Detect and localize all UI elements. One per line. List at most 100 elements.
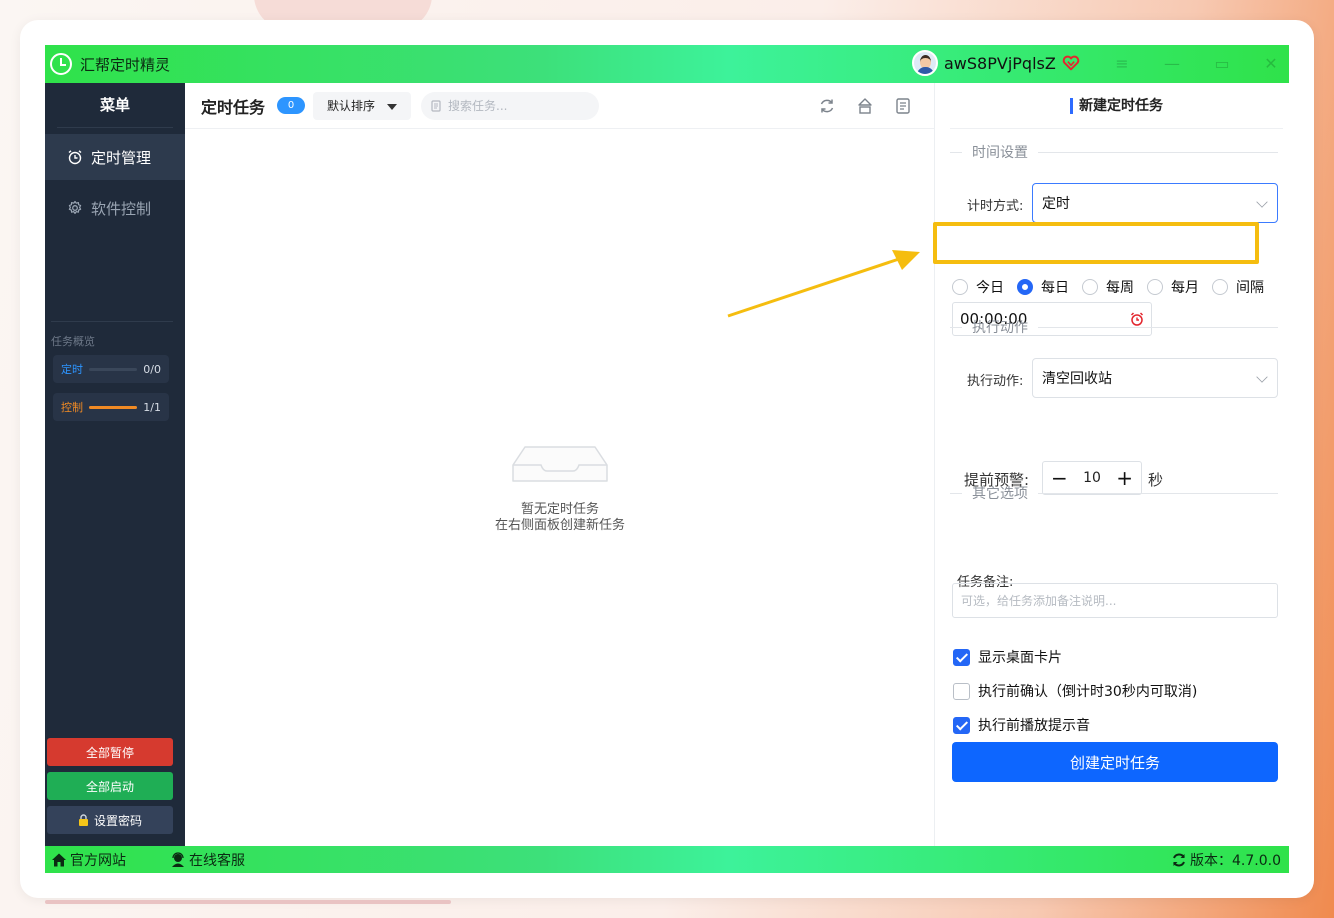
- radio-circle[interactable]: [1147, 279, 1163, 295]
- radio-weekly[interactable]: 每周: [1082, 277, 1134, 297]
- section-title: 其它选项: [972, 486, 1028, 502]
- radio-label: 今日: [976, 280, 1004, 296]
- checkbox[interactable]: [953, 648, 970, 666]
- start-all-button[interactable]: 全部启动: [47, 772, 173, 800]
- action-select[interactable]: 清空回收站: [1032, 358, 1278, 398]
- checkbox[interactable]: [953, 682, 970, 700]
- note-placeholder: 可选，给任务添加备注说明...: [961, 594, 1117, 608]
- avatar[interactable]: [912, 50, 938, 76]
- status-bar: 官方网站 在线客服 版本：4.7.0.0: [45, 846, 1289, 873]
- sidebar-item-label: 定时管理: [91, 148, 152, 167]
- timing-mode-select[interactable]: 定时: [1032, 183, 1278, 223]
- repeat-radio-group: 今日 每日 每周 每月 间隔: [952, 277, 1277, 297]
- sidebar-item-timer-management[interactable]: 定时管理: [45, 134, 185, 180]
- checkbox[interactable]: [953, 716, 970, 734]
- radio-label: 每日: [1041, 280, 1069, 296]
- empty-state-title: 暂无定时任务: [520, 502, 599, 517]
- section-title: 时间设置: [972, 145, 1028, 161]
- radio-daily[interactable]: 每日: [1017, 277, 1069, 297]
- set-password-button[interactable]: 设置密码: [47, 806, 173, 834]
- maximize-icon[interactable]: ▭: [1212, 55, 1232, 73]
- play-sound-option[interactable]: 执行前播放提示音: [953, 715, 1090, 735]
- title-bar: 汇帮定时精灵 awS8PVjPqlsZ ≡ — ▭ ✕: [45, 45, 1289, 83]
- empty-state-hint: 在右侧面板创建新任务: [494, 518, 625, 533]
- radio-today[interactable]: 今日: [952, 277, 1004, 297]
- user-info[interactable]: awS8PVjPqlsZ: [912, 50, 1080, 76]
- alarm-clock-icon: [68, 150, 82, 165]
- sync-icon: [1173, 853, 1185, 866]
- vip-heart-icon[interactable]: [1062, 54, 1080, 72]
- checkbox-label: 执行前播放提示音: [978, 718, 1090, 734]
- task-list-panel: 定时任务 0 默认排序 搜索任务... 暂无定时任务 在右侧面板创建新任务: [185, 83, 935, 846]
- radio-circle[interactable]: [1212, 279, 1228, 295]
- radio-circle[interactable]: [1017, 279, 1033, 295]
- version-info: 版本：4.7.0.0: [1171, 850, 1281, 870]
- action-value: 清空回收站: [1042, 371, 1112, 387]
- online-support-link[interactable]: 在线客服: [170, 850, 245, 870]
- create-task-button[interactable]: 创建定时任务: [952, 742, 1278, 782]
- radio-label: 每周: [1106, 280, 1134, 296]
- action-label: 执行动作:: [967, 374, 1024, 389]
- search-input[interactable]: [448, 98, 589, 113]
- overview-count: 0/0: [143, 362, 161, 376]
- timing-mode-label: 计时方式:: [967, 199, 1024, 214]
- overview-title: 任务概览: [51, 335, 95, 348]
- section-title: 执行动作: [972, 320, 1028, 336]
- sidebar-item-software-control[interactable]: 软件控制: [45, 185, 185, 231]
- section-time-settings: 时间设置: [950, 142, 1278, 162]
- note-field[interactable]: 可选，给任务添加备注说明...: [952, 583, 1278, 618]
- sort-dropdown[interactable]: 默认排序: [313, 91, 412, 120]
- radio-interval[interactable]: 间隔: [1212, 277, 1264, 297]
- minimize-icon[interactable]: —: [1162, 55, 1182, 73]
- overview-row-timer: 定时 0/0: [53, 355, 169, 383]
- empty-state: 暂无定时任务 在右侧面板创建新任务: [185, 443, 935, 534]
- close-icon[interactable]: ✕: [1261, 55, 1281, 73]
- show-desktop-card-option[interactable]: 显示桌面卡片: [953, 647, 1062, 667]
- online-support-label: 在线客服: [189, 852, 245, 869]
- overview-label: 控制: [61, 401, 83, 414]
- checkbox-label: 执行前确认（倒计时30秒内可取消): [978, 684, 1198, 700]
- radio-label: 间隔: [1236, 280, 1264, 296]
- set-password-label: 设置密码: [93, 813, 142, 828]
- overview-progress-fill: [89, 405, 138, 409]
- empty-inbox-icon: [512, 446, 608, 482]
- support-agent-icon: [172, 851, 184, 867]
- task-list-title: 定时任务: [201, 97, 266, 117]
- document-search-icon: [431, 99, 441, 112]
- task-count-badge: 0: [277, 97, 306, 114]
- official-website-link[interactable]: 官方网站: [51, 850, 126, 870]
- new-task-header: 新建定时任务: [950, 83, 1283, 129]
- version-label: 版本：4.7.0.0: [1190, 852, 1281, 869]
- sidebar: 菜单 定时管理 软件控制 任务概览 定时 0/0 控制 1/1 全部暂停 全部启…: [45, 83, 185, 846]
- menu-icon[interactable]: ≡: [1112, 55, 1132, 73]
- chevron-down-icon: [1256, 371, 1268, 383]
- sidebar-item-label: 软件控制: [91, 199, 152, 218]
- username[interactable]: awS8PVjPqlsZ: [944, 54, 1056, 73]
- refresh-icon[interactable]: [818, 97, 836, 115]
- overview-progress-bar: [89, 405, 138, 409]
- clear-tasks-icon[interactable]: [856, 97, 874, 115]
- search-box[interactable]: [421, 91, 600, 120]
- confirm-before-run-option[interactable]: 执行前确认（倒计时30秒内可取消): [953, 681, 1197, 701]
- pause-all-button[interactable]: 全部暂停: [47, 738, 173, 766]
- new-task-title: 新建定时任务: [1070, 97, 1163, 114]
- radio-circle[interactable]: [952, 279, 968, 295]
- task-log-icon[interactable]: [894, 97, 912, 115]
- menu-title: 菜单: [57, 83, 173, 128]
- timing-mode-value: 定时: [1042, 196, 1070, 212]
- overview-label: 定时: [61, 363, 83, 376]
- background-line: [45, 900, 451, 904]
- radio-label: 每月: [1171, 280, 1199, 296]
- official-website-label: 官方网站: [70, 852, 126, 869]
- radio-circle[interactable]: [1082, 279, 1098, 295]
- section-other: 其它选项: [950, 483, 1278, 503]
- sort-label: 默认排序: [327, 99, 376, 113]
- sidebar-divider: [51, 321, 173, 322]
- app-title: 汇帮定时精灵: [80, 55, 171, 74]
- home-icon: [52, 853, 66, 866]
- radio-monthly[interactable]: 每月: [1147, 277, 1199, 297]
- overview-progress-bar: [89, 367, 138, 371]
- gear-icon: [68, 200, 82, 214]
- checkbox-label: 显示桌面卡片: [978, 650, 1062, 666]
- section-action: 执行动作: [950, 317, 1278, 337]
